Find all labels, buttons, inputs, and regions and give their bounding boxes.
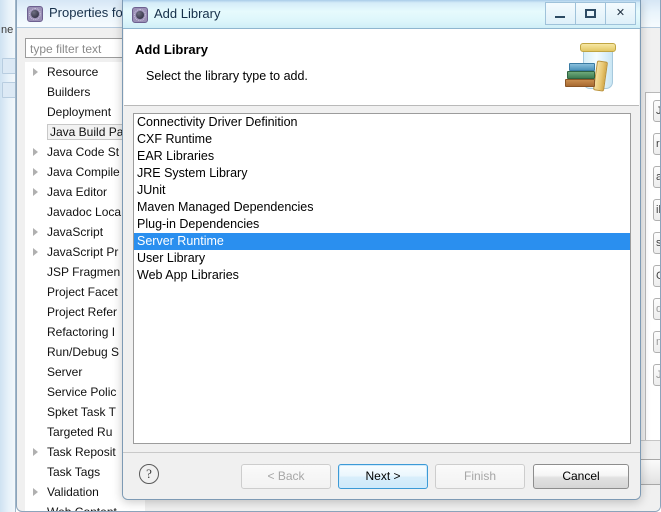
tree-item-label: Server xyxy=(47,365,83,379)
back-button[interactable]: < Back xyxy=(241,464,331,489)
maximize-button[interactable] xyxy=(575,2,605,25)
properties-title: Properties for xyxy=(49,5,128,20)
tree-item-label: Builders xyxy=(47,85,91,99)
properties-side-button[interactable]: aria xyxy=(653,166,660,188)
properties-side-button: mo xyxy=(653,331,660,353)
tree-item-label: Java Compile xyxy=(47,165,120,179)
properties-side-button[interactable]: JA xyxy=(653,100,660,122)
tree-item-label: Spket Task T xyxy=(47,405,116,419)
properties-side-button: dit. xyxy=(653,298,660,320)
tree-item-label: Validation xyxy=(47,485,99,499)
next-button[interactable]: Next > xyxy=(338,464,428,489)
filter-placeholder: type filter text xyxy=(30,42,102,56)
background-text-fragment: ne xyxy=(1,24,14,36)
chevron-right-icon[interactable] xyxy=(33,488,38,496)
help-icon[interactable]: ? xyxy=(139,464,159,484)
wizard-header: Add Library Select the library type to a… xyxy=(124,29,639,106)
properties-side-buttons[interactable]: JA rna aria ibr ss Cl dit. mo JA xyxy=(653,100,660,397)
library-type-list[interactable]: Connectivity Driver Definition CXF Runtim… xyxy=(133,113,631,444)
wizard-subtitle: Select the library type to add. xyxy=(146,69,308,83)
close-icon: ✕ xyxy=(615,7,626,19)
tree-item-label: Targeted Ru xyxy=(47,425,113,439)
eclipse-icon xyxy=(27,6,43,22)
properties-side-button[interactable]: ibr xyxy=(653,199,660,221)
add-library-titlebar[interactable]: Add Library ✕ xyxy=(123,0,640,29)
maximize-icon xyxy=(585,9,596,18)
wizard-title: Add Library xyxy=(135,42,208,57)
eclipse-icon xyxy=(132,7,148,23)
properties-side-button: JA xyxy=(653,364,660,386)
window-controls: ✕ xyxy=(545,2,636,25)
add-library-dialog: Add Library ✕ Add Library Select the lib… xyxy=(122,0,641,500)
tree-item-label: Run/Debug S xyxy=(47,345,120,359)
background-toolbar-item xyxy=(2,58,16,74)
background-window-sliver: ne xyxy=(0,0,16,512)
tree-item-label: JavaScript xyxy=(47,225,104,239)
close-button[interactable]: ✕ xyxy=(605,2,636,25)
cancel-button[interactable]: Cancel xyxy=(533,464,629,489)
minimize-button[interactable] xyxy=(545,2,575,25)
library-list-item[interactable]: Web App Libraries xyxy=(134,267,630,284)
tree-item-label: Java Code St xyxy=(47,145,120,159)
chevron-right-icon[interactable] xyxy=(33,448,38,456)
library-list-item[interactable]: Connectivity Driver Definition xyxy=(134,114,630,131)
library-list-item[interactable]: Maven Managed Dependencies xyxy=(134,199,630,216)
library-list-item[interactable]: Plug-in Dependencies xyxy=(134,216,630,233)
chevron-right-icon[interactable] xyxy=(33,168,38,176)
tree-item-label: Project Facet xyxy=(47,285,118,299)
properties-side-button[interactable]: rna xyxy=(653,133,660,155)
chevron-right-icon[interactable] xyxy=(33,188,38,196)
tree-item-label: Java Build Pa xyxy=(47,124,127,140)
tree-item-label: JavaScript Pr xyxy=(47,245,119,259)
tree-item-label: Web Content xyxy=(47,505,117,512)
library-list-item[interactable]: JUnit xyxy=(134,182,630,199)
chevron-right-icon[interactable] xyxy=(33,248,38,256)
chevron-right-icon[interactable] xyxy=(33,148,38,156)
chevron-right-icon[interactable] xyxy=(33,68,38,76)
tree-item-label: Javadoc Loca xyxy=(47,205,122,219)
library-list-item[interactable]: User Library xyxy=(134,250,630,267)
minimize-icon xyxy=(555,16,565,18)
chevron-right-icon[interactable] xyxy=(33,228,38,236)
add-library-title: Add Library xyxy=(154,6,221,21)
library-list-item[interactable]: EAR Libraries xyxy=(134,148,630,165)
tree-item-web-content[interactable]: Web Content xyxy=(25,502,145,512)
library-list-item[interactable]: CXF Runtime xyxy=(134,131,630,148)
properties-side-button[interactable]: ss xyxy=(653,232,660,254)
tree-item-label: Project Refer xyxy=(47,305,118,319)
tree-item-label: JSP Fragmen xyxy=(47,265,121,279)
tree-item-label: Deployment xyxy=(47,105,112,119)
tree-item-label: Task Tags xyxy=(47,465,101,479)
finish-button[interactable]: Finish xyxy=(435,464,525,489)
screen: ne Properties for type filter text Resou… xyxy=(0,0,661,512)
books-and-jar-icon xyxy=(561,41,625,97)
background-toolbar-item xyxy=(2,82,16,98)
library-list-item[interactable]: JRE System Library xyxy=(134,165,630,182)
dialog-button-bar: ? < Back Next > Finish Cancel xyxy=(123,453,640,499)
tree-item-label: Service Polic xyxy=(47,385,117,399)
library-list-item[interactable]: Server Runtime xyxy=(134,233,630,250)
properties-side-button[interactable]: Cl xyxy=(653,265,660,287)
tree-item-label: Java Editor xyxy=(47,185,108,199)
tree-item-label: Task Reposit xyxy=(47,445,116,459)
tree-item-label: Refactoring I xyxy=(47,325,116,339)
tree-item-label: Resource xyxy=(47,65,99,79)
